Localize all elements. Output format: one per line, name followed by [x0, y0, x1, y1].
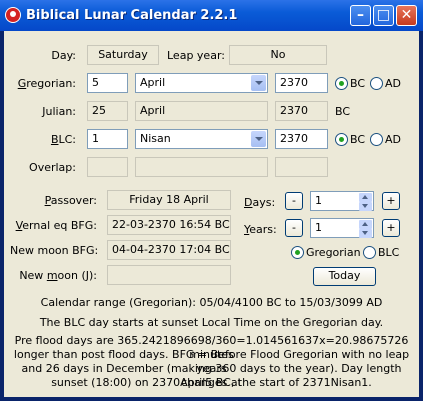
sunset-info-text: The BLC day starts at sunset Local Time …	[39, 316, 384, 329]
blc-bc-label: BC	[350, 133, 366, 146]
spin-down-icon[interactable]	[359, 229, 372, 238]
today-button-label: Today	[328, 269, 361, 282]
title-bar[interactable]: Biblical Lunar Calendar 2.2.1 – □ ✕	[0, 0, 423, 31]
days-plus-button[interactable]: +	[382, 192, 400, 210]
gregorian-day-input[interactable]: 5	[87, 73, 128, 93]
blc-ad-label: AD	[385, 133, 401, 146]
days-minus-button[interactable]: -	[285, 192, 303, 210]
new-moon-j-value	[107, 265, 231, 285]
chevron-down-icon[interactable]	[251, 131, 266, 147]
blc-day-input[interactable]: 1	[87, 129, 128, 149]
years-input[interactable]: 1	[310, 218, 374, 238]
mode-gregorian-radio[interactable]	[291, 246, 304, 259]
blc-month-select[interactable]: Nisan	[135, 129, 268, 149]
app-icon	[5, 7, 21, 23]
days-input[interactable]: 1	[310, 191, 374, 211]
gregorian-year-input[interactable]: 2370	[275, 73, 328, 93]
overlap-label: Overlap:	[29, 161, 76, 174]
blc-year-input[interactable]: 2370	[275, 129, 328, 149]
years-label: Years:	[244, 223, 277, 236]
window-title: Biblical Lunar Calendar 2.2.1	[26, 8, 238, 23]
flood-note-line-4: sunset (18:00) on 2370April5 BC, the sta…	[51, 376, 372, 389]
years-plus-button[interactable]: +	[382, 219, 400, 237]
blc-month-value: Nisan	[140, 132, 171, 145]
mode-blc-label: BLC	[378, 246, 400, 259]
maximize-button[interactable]: □	[373, 5, 394, 26]
mode-blc-radio[interactable]	[363, 246, 376, 259]
passover-label: Passover:	[44, 194, 97, 207]
today-button[interactable]: Today	[313, 267, 376, 286]
spin-up-icon[interactable]	[359, 193, 372, 202]
mode-gregorian-label: Gregorian	[306, 246, 361, 259]
leap-year-value: No	[229, 45, 327, 65]
close-button[interactable]: ✕	[396, 5, 417, 26]
blc-bc-radio[interactable]	[335, 133, 348, 146]
blc-label: BLC:	[50, 133, 76, 146]
new-moon-bfg-value: 04-04-2370 17:04 BC	[107, 240, 231, 260]
minimize-button[interactable]: –	[350, 5, 371, 26]
overlap-year-value	[275, 157, 328, 177]
julian-label: Julian:	[42, 105, 76, 118]
julian-month-value: April	[135, 101, 268, 121]
days-label: Days:	[244, 196, 276, 209]
app-window: Biblical Lunar Calendar 2.2.1 – □ ✕ Day:…	[0, 0, 423, 401]
gregorian-ad-label: AD	[385, 77, 401, 90]
julian-day-value: 25	[87, 101, 128, 121]
day-value: Saturday	[87, 45, 159, 65]
vernal-equinox-label: Vernal eq BFG:	[15, 219, 97, 232]
overlap-month-value	[135, 157, 268, 177]
blc-ad-radio[interactable]	[370, 133, 383, 146]
passover-value: Friday 18 April	[107, 190, 231, 210]
gregorian-label: Gregorian:	[17, 77, 76, 90]
years-minus-button[interactable]: -	[285, 219, 303, 237]
gregorian-bc-radio[interactable]	[335, 77, 348, 90]
spin-down-icon[interactable]	[359, 202, 372, 211]
vernal-equinox-value: 22-03-2370 16:54 BC	[107, 215, 231, 235]
julian-year-value: 2370	[275, 101, 328, 121]
gregorian-month-value: April	[140, 76, 166, 89]
calendar-range-text: Calendar range (Gregorian): 05/04/4100 B…	[40, 296, 383, 309]
overlap-day-value	[87, 157, 128, 177]
days-value: 1	[315, 194, 322, 207]
leap-year-label: Leap year:	[167, 49, 225, 62]
chevron-down-icon[interactable]	[251, 75, 266, 91]
gregorian-ad-radio[interactable]	[370, 77, 383, 90]
new-moon-j-label: New moon (J):	[19, 269, 97, 282]
years-value: 1	[315, 221, 322, 234]
spin-up-icon[interactable]	[359, 220, 372, 229]
julian-era-label: BC	[335, 105, 351, 118]
new-moon-bfg-label: New moon BFG:	[10, 244, 99, 257]
gregorian-bc-label: BC	[350, 77, 366, 90]
main-panel: Day: Saturday Leap year: No Gregorian: 5…	[4, 31, 419, 397]
gregorian-month-select[interactable]: April	[135, 73, 268, 93]
day-label: Day:	[51, 49, 76, 62]
